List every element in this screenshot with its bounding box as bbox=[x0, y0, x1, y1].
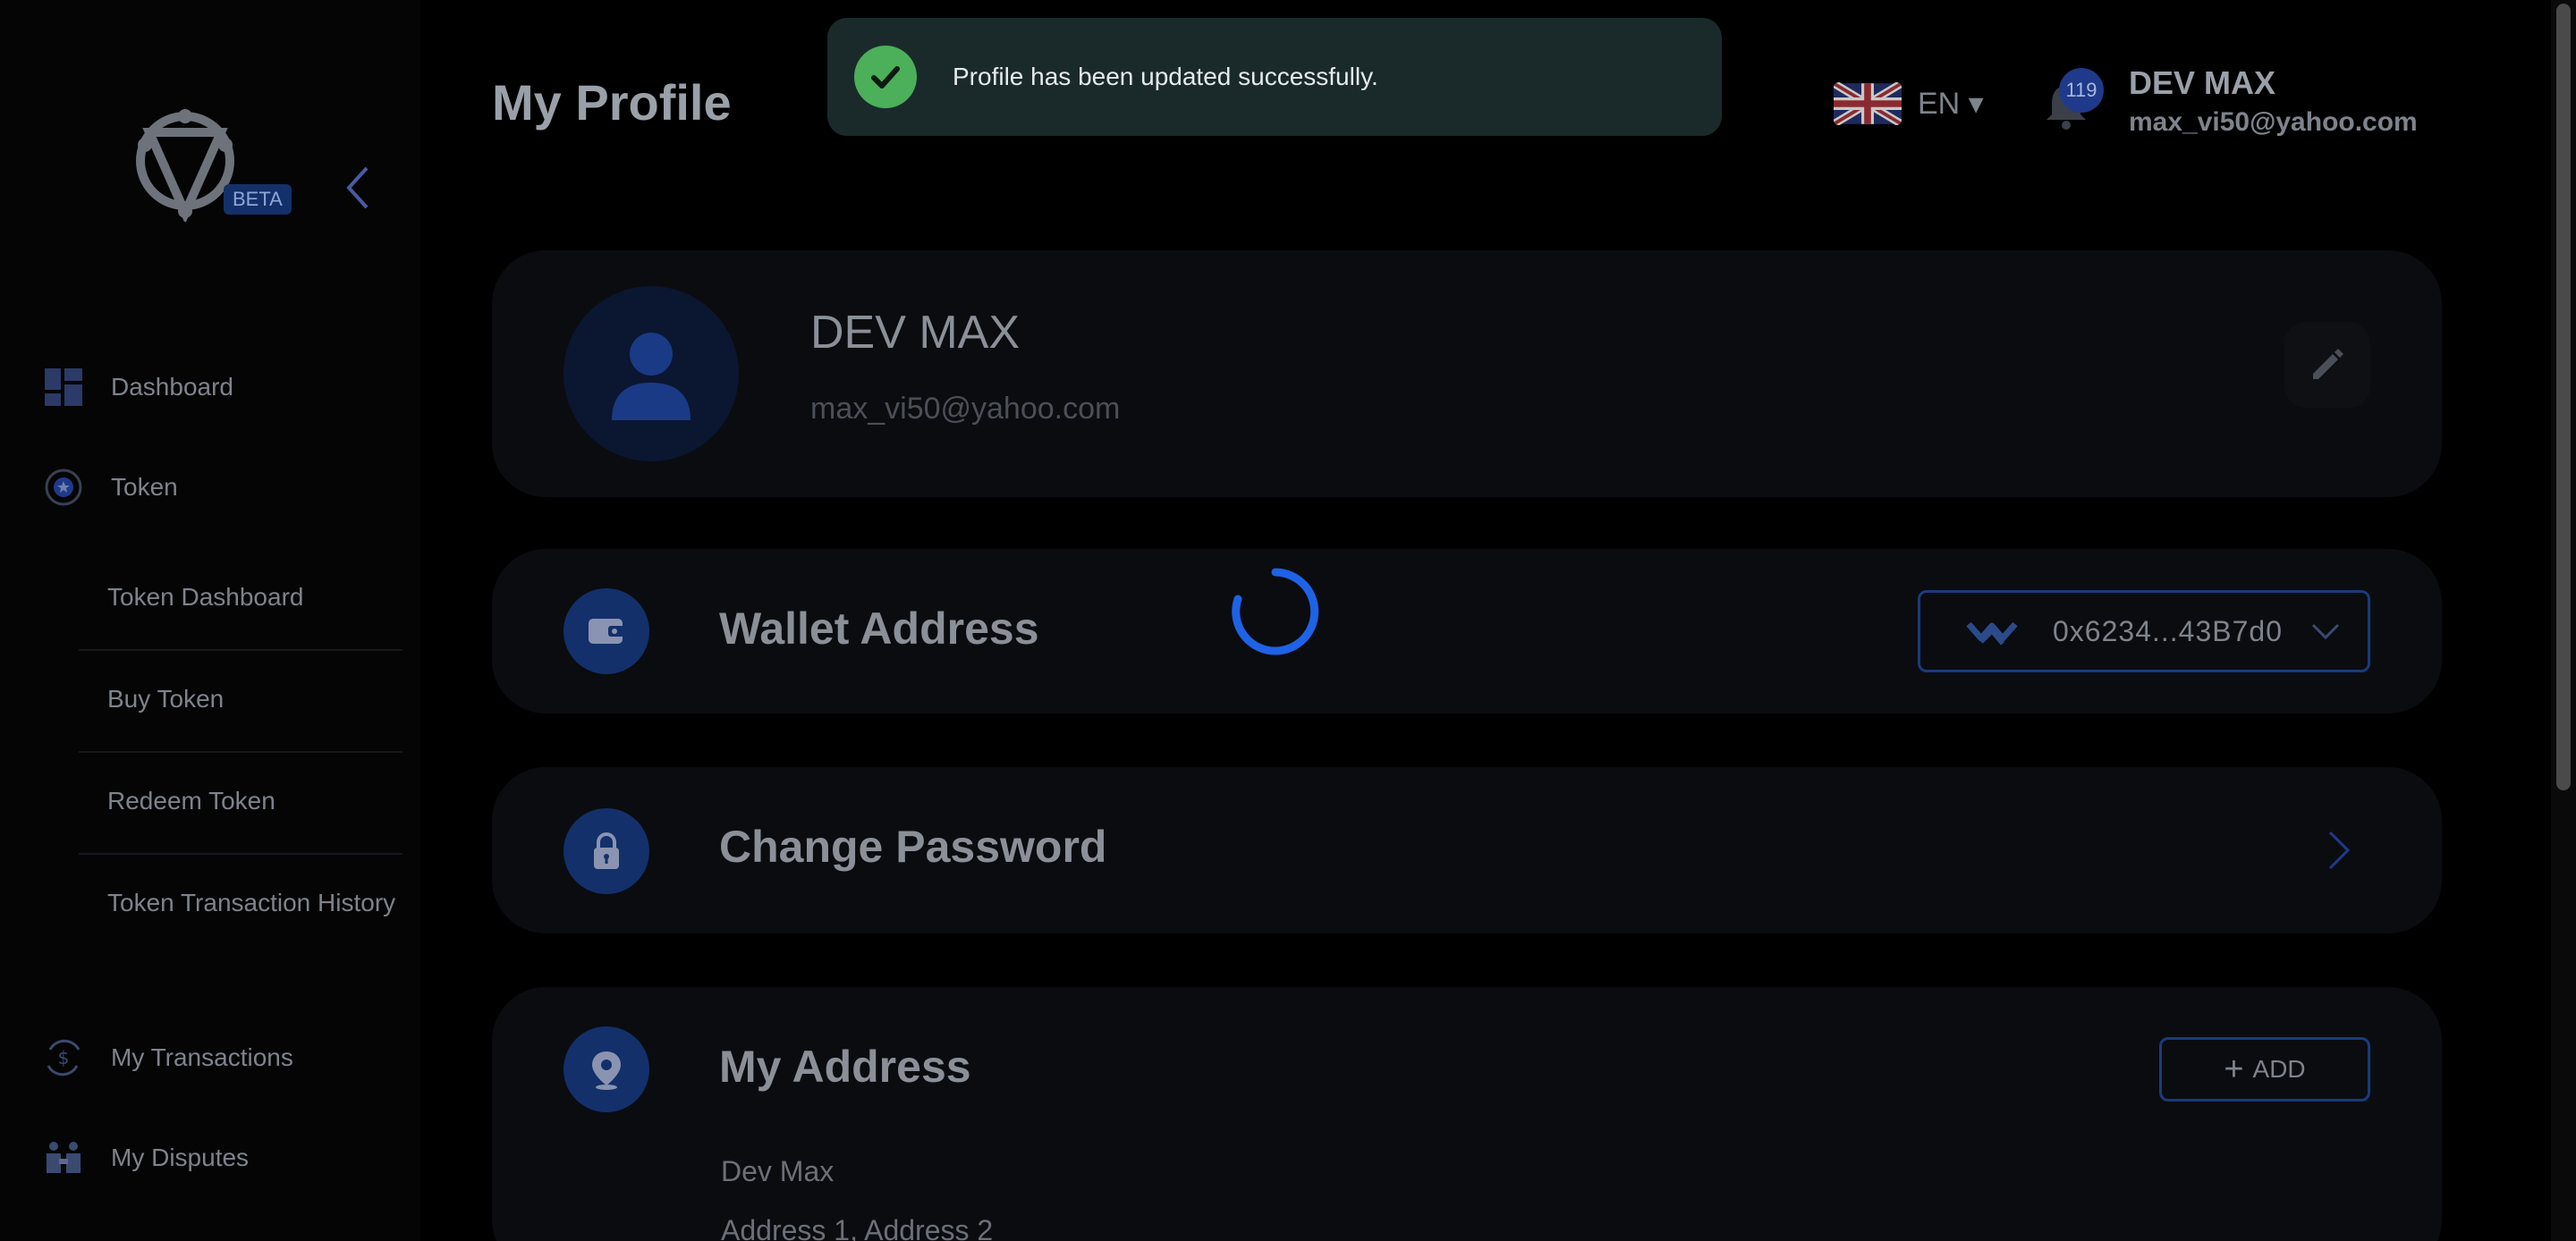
divider bbox=[79, 649, 402, 651]
page-title: My Profile bbox=[492, 74, 732, 131]
loading-spinner-icon bbox=[1232, 568, 1319, 655]
page-scrollbar[interactable] bbox=[2551, 0, 2576, 1241]
avatar bbox=[564, 286, 739, 461]
chevron-right-icon[interactable] bbox=[2326, 828, 2352, 873]
scrollbar-thumb[interactable] bbox=[2556, 4, 2571, 790]
my-address-card: My Address + ADD Dev Max Address 1, Addr… bbox=[492, 987, 2442, 1241]
token-icon bbox=[43, 467, 84, 508]
sidebar-item-label: My Transactions bbox=[111, 1043, 293, 1071]
address-lines: Address 1, Address 2 bbox=[721, 1214, 994, 1241]
sidebar-item-label: My Disputes bbox=[111, 1144, 250, 1171]
sidebar-subitem-redeem-token[interactable]: Redeem Token bbox=[107, 778, 402, 824]
notification-count-badge: 119 bbox=[2059, 68, 2104, 113]
check-icon bbox=[854, 46, 917, 108]
disputes-icon bbox=[43, 1137, 84, 1178]
profile-name: DEV MAX bbox=[810, 307, 1021, 359]
sidebar-item-token[interactable]: Token bbox=[43, 467, 178, 508]
plus-icon: + bbox=[2224, 1051, 2244, 1088]
change-password-card[interactable]: Change Password bbox=[492, 767, 2442, 933]
add-address-button[interactable]: + ADD bbox=[2159, 1037, 2370, 1102]
uk-flag-icon bbox=[1834, 82, 1902, 125]
sidebar: BETA Dashboard Token Token Dashboard Buy… bbox=[0, 0, 420, 1241]
address-name: Dev Max bbox=[721, 1155, 835, 1187]
location-icon bbox=[564, 1026, 649, 1112]
add-button-label: ADD bbox=[2252, 1055, 2306, 1083]
chevron-down-icon bbox=[2311, 623, 2340, 640]
dashboard-icon bbox=[43, 367, 84, 408]
header-user-email: max_vi50@yahoo.com bbox=[2129, 107, 2418, 137]
sidebar-subitem-token-dashboard[interactable]: Token Dashboard bbox=[107, 574, 402, 620]
language-selector[interactable]: EN ▾ bbox=[1834, 82, 1984, 125]
sidebar-item-label: Dashboard bbox=[111, 373, 233, 401]
lock-icon bbox=[564, 808, 649, 894]
collapse-sidebar-icon[interactable] bbox=[340, 161, 376, 215]
svg-text:$: $ bbox=[58, 1047, 70, 1068]
change-password-title: Change Password bbox=[719, 822, 1107, 872]
wallet-address-value: 0x6234...43B7d0 bbox=[2053, 614, 2283, 647]
header-user-name[interactable]: DEV MAX bbox=[2129, 64, 2275, 102]
wallet-title: Wallet Address bbox=[719, 604, 1039, 654]
beta-badge: BETA bbox=[224, 184, 292, 215]
profile-card: DEV MAX max_vi50@yahoo.com bbox=[492, 250, 2442, 497]
walletconnect-icon bbox=[1966, 621, 2018, 646]
profile-email: max_vi50@yahoo.com bbox=[810, 392, 1121, 426]
pencil-icon bbox=[2313, 349, 2343, 379]
sidebar-subitem-buy-token[interactable]: Buy Token bbox=[107, 676, 402, 722]
wallet-card: Wallet Address 0x6234...43B7d0 bbox=[492, 549, 2442, 713]
sidebar-item-dashboard[interactable]: Dashboard bbox=[43, 367, 233, 408]
user-icon bbox=[612, 333, 691, 420]
my-address-title: My Address bbox=[719, 1042, 971, 1092]
success-toast: Profile has been updated successfully. bbox=[827, 18, 1722, 136]
sidebar-subitem-token-history[interactable]: Token Transaction History bbox=[107, 880, 402, 926]
transactions-icon: $ bbox=[43, 1037, 84, 1078]
language-label: EN ▾ bbox=[1918, 87, 1984, 121]
sidebar-item-my-transactions[interactable]: $ My Transactions bbox=[43, 1037, 293, 1078]
sidebar-item-label: Token bbox=[111, 473, 178, 501]
divider bbox=[79, 853, 402, 855]
wallet-address-dropdown[interactable]: 0x6234...43B7d0 bbox=[1918, 590, 2370, 672]
toast-message: Profile has been updated successfully. bbox=[953, 63, 1378, 90]
wallet-icon bbox=[564, 588, 649, 674]
sidebar-item-my-disputes[interactable]: My Disputes bbox=[43, 1137, 249, 1178]
divider bbox=[79, 751, 402, 753]
edit-profile-button[interactable] bbox=[2284, 322, 2370, 408]
